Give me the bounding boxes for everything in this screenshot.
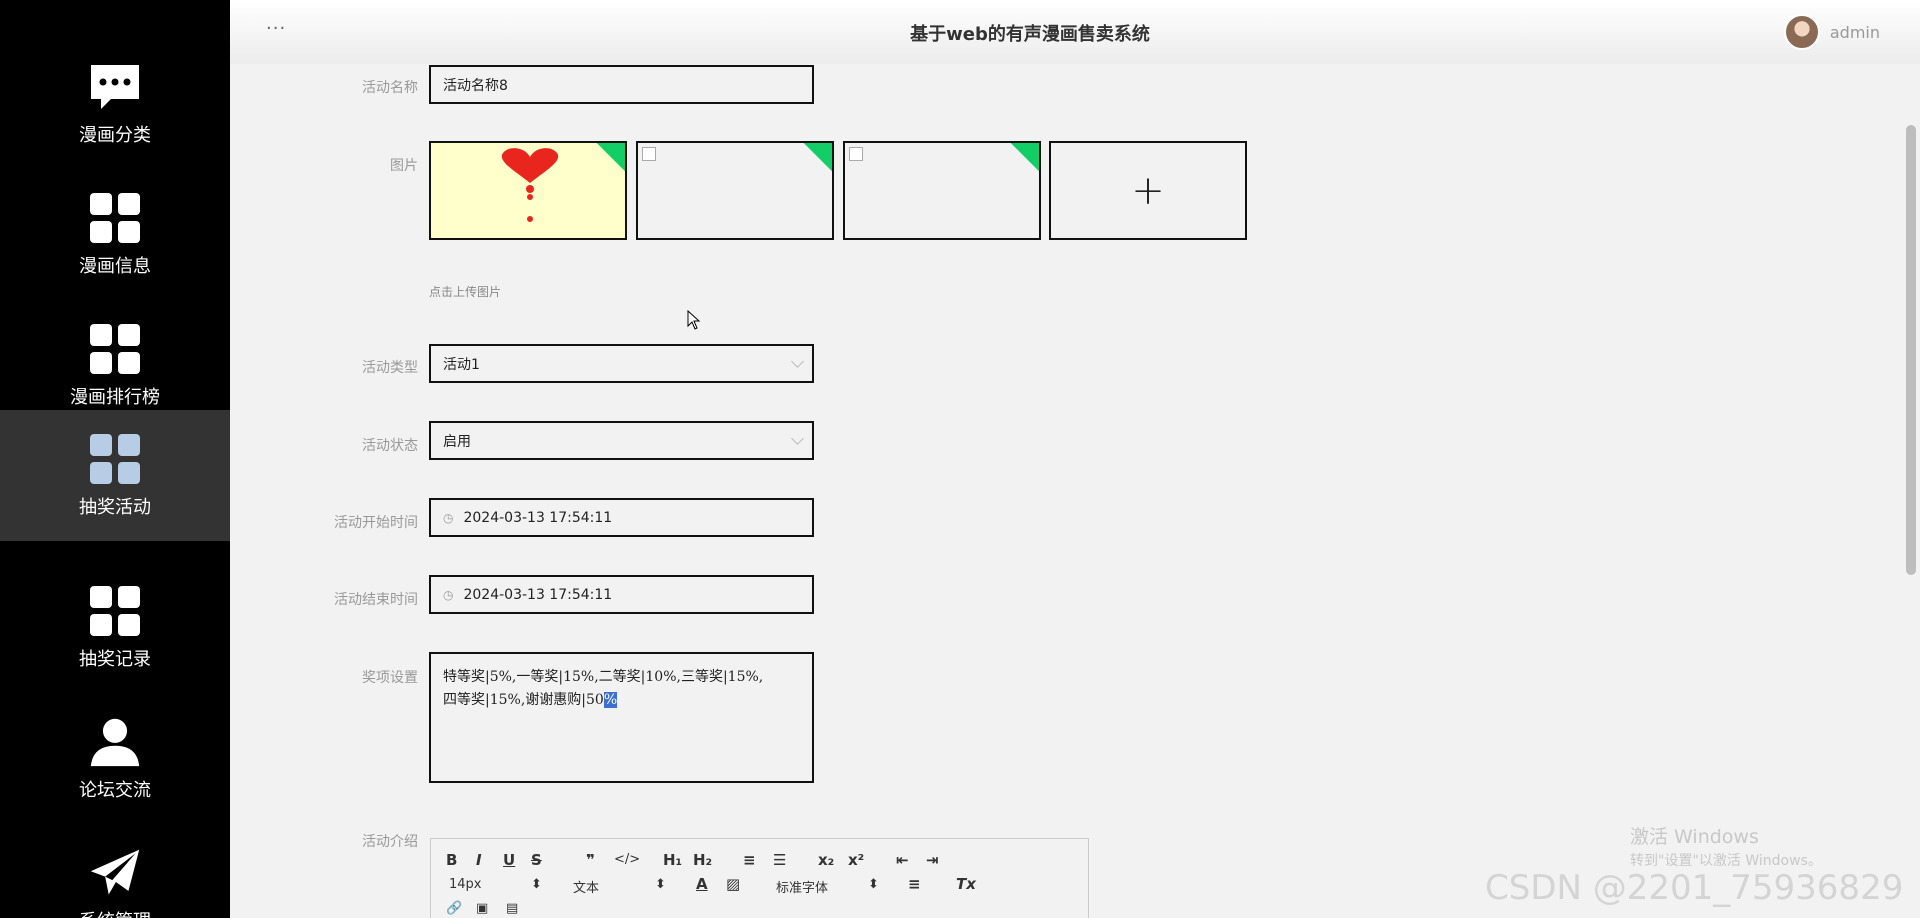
activity-name-value: 活动名称8 [443,77,508,94]
outdent-button[interactable]: ⇤ [896,851,909,869]
image-thumbnail[interactable] [636,141,834,240]
user-menu[interactable]: admin [1783,14,1880,50]
clear-format-button[interactable]: Tx [956,875,976,893]
start-time-picker[interactable]: ◷ 2024-03-13 17:54:11 [429,498,814,537]
sidebar-item-lottery-activity[interactable]: 抽奖活动 [0,410,230,541]
prize-label: 奖项设置 [362,670,418,686]
chevron-updown-icon[interactable]: ⬍ [531,877,542,892]
windows-activation-text: 转到"设置"以激活 Windows。 [1630,853,1822,869]
upload-hint: 点击上传图片 [429,285,502,299]
quote-button[interactable]: ❞ [586,851,595,869]
rich-text-editor[interactable]: B I U S ❞ </> H₁ H₂ ≡ ☰ x₂ x² ⇤ ⇥ 14px ⬍… [430,838,1089,918]
end-time-value: 2024-03-13 17:54:11 [463,586,613,603]
activity-type-select[interactable]: 活动1 [429,344,814,383]
paper-plane-icon [89,847,141,899]
heart-image [501,148,559,222]
name-label: 活动名称 [362,80,418,96]
sidebar-item-label: 漫画信息 [79,255,151,277]
chevron-down-icon [791,355,804,368]
plus-icon: + [1131,167,1165,214]
type-label: 活动类型 [362,360,418,376]
upload-add-button[interactable]: + [1049,141,1247,240]
broken-image-icon [642,147,656,161]
uploaded-check-icon [1010,143,1039,172]
selected-text: % [603,692,618,708]
csdn-watermark: CSDN @2201_75936829 [1485,868,1904,908]
username[interactable]: admin [1830,23,1880,42]
bold-button[interactable]: B [446,851,457,869]
grid-icon [89,585,141,637]
prize-line: 四等奖|15%,谢谢惠购|50% [443,692,618,708]
status-label: 活动状态 [362,438,418,454]
ordered-list-button[interactable]: ≡ [743,851,756,869]
activity-status-select[interactable]: 启用 [429,421,814,460]
sidebar-item-label: 论坛交流 [79,779,151,801]
activity-type-value: 活动1 [443,356,480,373]
grid-icon [89,192,141,244]
background-color-button[interactable]: ▨ [726,875,740,893]
indent-button[interactable]: ⇥ [926,851,939,869]
image-button[interactable]: ▣ [476,901,488,916]
font-size-select[interactable]: 14px [449,877,482,892]
sidebar-item-label: 漫画排行榜 [70,386,160,408]
scrollbar[interactable] [1906,125,1916,575]
end-time-picker[interactable]: ◷ 2024-03-13 17:54:11 [429,575,814,614]
sidebar-item-system[interactable]: 系统管理 [0,824,230,918]
bullet-list-button[interactable]: ☰ [773,851,786,869]
sidebar-item-comic-category[interactable]: 漫画分类 [0,38,230,169]
text-color-button[interactable]: A [696,875,708,893]
image-label: 图片 [390,158,418,174]
clock-icon: ◷ [443,510,454,525]
uploaded-check-icon [803,143,832,172]
grid-icon [89,433,141,485]
start-time-value: 2024-03-13 17:54:11 [463,509,613,526]
end-time-label: 活动结束时间 [334,592,418,608]
paragraph-select[interactable]: 文本 [573,877,599,896]
top-header: ··· 基于web的有声漫画售卖系统 admin [230,0,1920,64]
chevron-updown-icon[interactable]: ⬍ [655,877,666,892]
windows-activation-title: 激活 Windows [1630,826,1759,848]
chat-bubble-icon [89,61,141,113]
superscript-button[interactable]: x² [848,851,864,869]
h1-button[interactable]: H₁ [663,851,682,869]
prize-settings-textarea[interactable]: 特等奖|5%,一等奖|15%,二等奖|10%,三等奖|15%, 四等奖|15%,… [429,652,814,783]
prize-line: 特等奖|5%,一等奖|15%,二等奖|10%,三等奖|15%, [443,669,764,685]
image-thumbnail[interactable] [429,141,627,240]
intro-label: 活动介绍 [362,834,418,850]
clock-icon: ◷ [443,587,454,602]
font-family-select[interactable]: 标准字体 [776,877,828,896]
sidebar-item-label: 抽奖记录 [79,648,151,670]
avatar[interactable] [1783,14,1820,50]
chevron-updown-icon[interactable]: ⬍ [868,877,879,892]
sidebar-item-forum[interactable]: 论坛交流 [0,693,230,824]
sidebar-item-label: 漫画分类 [79,124,151,146]
sidebar-item-comic-info[interactable]: 漫画信息 [0,169,230,300]
sidebar-item-label: 抽奖活动 [79,496,151,518]
align-button[interactable]: ≡ [908,875,921,893]
image-thumbnail[interactable] [843,141,1041,240]
start-time-label: 活动开始时间 [334,515,418,531]
user-icon [89,716,141,768]
broken-image-icon [849,147,863,161]
chevron-down-icon [791,432,804,445]
link-button[interactable]: 🔗 [446,901,462,916]
subscript-button[interactable]: x₂ [818,851,834,869]
page-title: 基于web的有声漫画售卖系统 [910,24,1150,45]
grid-icon [89,323,141,375]
strike-button[interactable]: S [531,851,542,869]
mouse-cursor-icon [687,310,701,330]
code-button[interactable]: </> [614,852,640,867]
italic-button[interactable]: I [476,851,482,869]
sidebar-item-label: 系统管理 [79,907,151,918]
video-button[interactable]: ▤ [506,901,518,916]
underline-button[interactable]: U [503,851,515,869]
h2-button[interactable]: H₂ [693,851,712,869]
sidebar: 漫画分类 漫画信息 漫画排行榜 抽奖活动 抽奖记录 论坛交流 系统管理 [0,0,230,918]
sidebar-item-lottery-record[interactable]: 抽奖记录 [0,562,230,693]
activity-status-value: 启用 [443,433,471,450]
activity-name-input[interactable]: 活动名称8 [429,65,814,104]
